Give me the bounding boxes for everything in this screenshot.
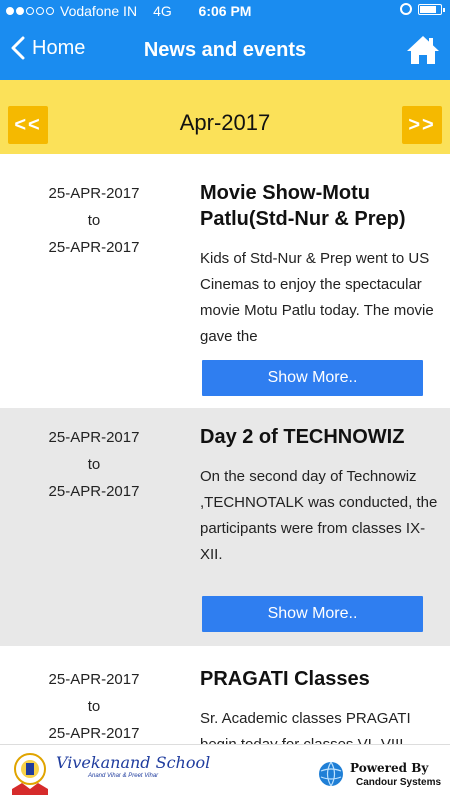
event-title: PRAGATI Classes [200, 668, 370, 690]
home-icon[interactable] [406, 34, 440, 66]
alarm-icon [400, 3, 412, 15]
event-item: 25-APR-2017 to 25-APR-2017 Movie Show-Mo… [0, 164, 450, 408]
battery-icon [418, 3, 445, 15]
nav-bar: Home News and events [0, 22, 450, 80]
school-name: Vivekanand School [56, 753, 211, 772]
event-dates: 25-APR-2017 to 25-APR-2017 [20, 666, 168, 744]
month-label: Apr-2017 [179, 110, 271, 135]
show-more-button[interactable]: Show More.. [202, 596, 423, 632]
event-to-date: 25-APR-2017 [48, 725, 140, 742]
event-description: On the second day of Technowiz ,TECHNOTA… [200, 468, 438, 563]
event-from-date: 25-APR-2017 [48, 185, 140, 202]
company-name: Candour Systems [356, 777, 442, 788]
event-to-date: 25-APR-2017 [48, 239, 140, 256]
header: Vodafone IN 4G 6:06 PM Home News and eve… [0, 0, 450, 80]
back-button[interactable]: Home [10, 36, 85, 60]
event-to-word: to [87, 456, 101, 473]
school-subtitle: Anand Vihar & Preet Vihar [88, 773, 159, 779]
event-dates: 25-APR-2017 to 25-APR-2017 [20, 180, 168, 261]
event-item: 25-APR-2017 to 25-APR-2017 Day 2 of TECH… [0, 408, 450, 646]
globe-icon [319, 761, 343, 787]
event-item: 25-APR-2017 to 25-APR-2017 PRAGATI Class… [0, 650, 450, 744]
event-dates: 25-APR-2017 to 25-APR-2017 [20, 424, 168, 505]
footer: Vivekanand School Anand Vihar & Preet Vi… [0, 744, 450, 800]
status-time: 6:06 PM [198, 3, 252, 19]
event-title: Day 2 of TECHNOWIZ [200, 426, 405, 448]
back-label: Home [32, 36, 86, 59]
prev-month-button[interactable]: << [8, 106, 48, 144]
event-description: Sr. Academic classes PRAGATI begin today… [200, 710, 411, 744]
event-from-date: 25-APR-2017 [48, 671, 140, 688]
show-more-button[interactable]: Show More.. [202, 360, 423, 396]
event-to-date: 25-APR-2017 [48, 483, 140, 500]
school-logo-icon [12, 753, 48, 795]
event-title: Movie Show-Motu Patlu(Std-Nur & Prep) [200, 182, 406, 230]
month-selector: << Apr-2017 >> [0, 80, 450, 154]
event-from-date: 25-APR-2017 [48, 429, 140, 446]
event-to-word: to [87, 698, 101, 715]
status-bar: Vodafone IN 4G 6:06 PM [0, 0, 450, 22]
powered-by-label: Powered By [350, 761, 429, 775]
event-to-word: to [87, 212, 101, 229]
events-list[interactable]: 25-APR-2017 to 25-APR-2017 Movie Show-Mo… [0, 154, 450, 744]
next-month-button[interactable]: >> [402, 106, 442, 144]
event-description: Kids of Std-Nur & Prep went to US Cinema… [200, 250, 434, 345]
chevron-left-icon [11, 36, 25, 60]
